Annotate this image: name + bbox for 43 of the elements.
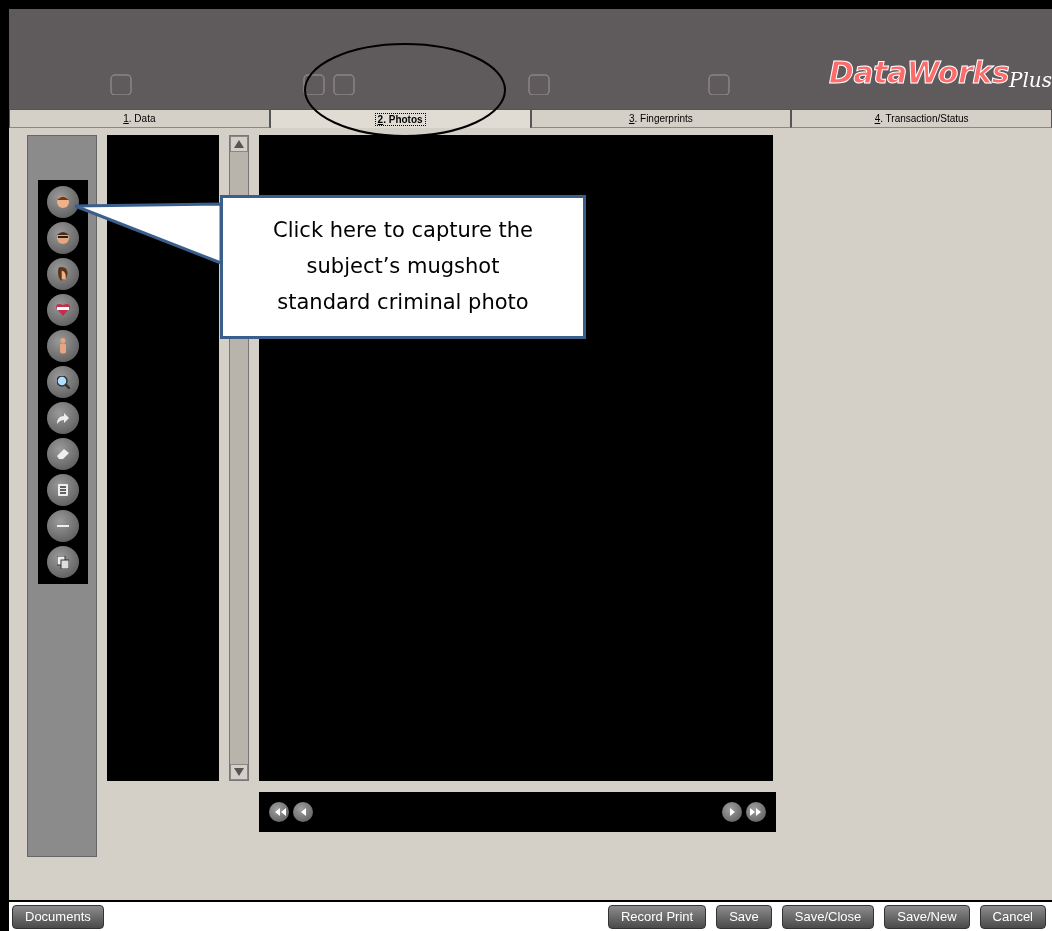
scroll-down-button[interactable]	[230, 764, 248, 780]
logo-suffix: Plus	[1009, 68, 1052, 94]
up-arrow-icon	[234, 140, 244, 148]
next-button[interactable]	[722, 802, 742, 822]
round-tool-button[interactable]	[47, 294, 79, 326]
round-tool-button[interactable]	[47, 366, 79, 398]
round-tool-button[interactable]	[47, 402, 79, 434]
scroll-up-button[interactable]	[230, 136, 248, 152]
round-tool-button[interactable]	[47, 186, 79, 218]
tab[interactable]: 2. Photos	[269, 109, 531, 128]
person-icon	[60, 338, 66, 354]
round-tool-button[interactable]	[47, 546, 79, 578]
minus-icon	[57, 524, 69, 528]
documents-button[interactable]: Documents	[12, 904, 104, 929]
first-button[interactable]	[269, 802, 289, 822]
round-tool-button[interactable]	[47, 438, 79, 470]
round-tool-button[interactable]	[47, 510, 79, 542]
copy-icon	[57, 555, 69, 569]
footer-button[interactable]: Record Print	[607, 904, 707, 929]
arrow-icon	[57, 412, 69, 424]
down-arrow-icon	[234, 768, 244, 776]
round-tool-button[interactable]	[47, 474, 79, 506]
last-button[interactable]	[746, 802, 766, 822]
round-tool-button[interactable]	[47, 222, 79, 254]
tab[interactable]: 3. Fingerprints	[530, 109, 792, 128]
heart-icon	[56, 304, 70, 316]
footer-button[interactable]: Save	[716, 904, 772, 929]
callout-tooltip: Click here to capture the subject’s mugshot standard criminal photo	[220, 195, 586, 339]
footer-button[interactable]: Save/Close	[781, 904, 875, 929]
round-tool-button[interactable]	[47, 330, 79, 362]
footer-button[interactable]: Cancel	[979, 904, 1046, 929]
search-icon	[56, 375, 70, 389]
footer-button[interactable]: Save/New	[884, 904, 970, 929]
tab[interactable]: 4. Transaction/Status	[791, 109, 1052, 128]
face-icon	[57, 196, 69, 208]
list-icon	[58, 484, 68, 496]
round-tool-button[interactable]	[47, 258, 79, 290]
profile-icon	[58, 267, 68, 281]
face-with-glasses-icon	[57, 232, 69, 244]
previous-button[interactable]	[293, 802, 313, 822]
tab[interactable]: 1. Data	[9, 109, 270, 128]
eraser-icon	[57, 449, 69, 459]
logo-text: DataWorks	[829, 54, 1009, 92]
